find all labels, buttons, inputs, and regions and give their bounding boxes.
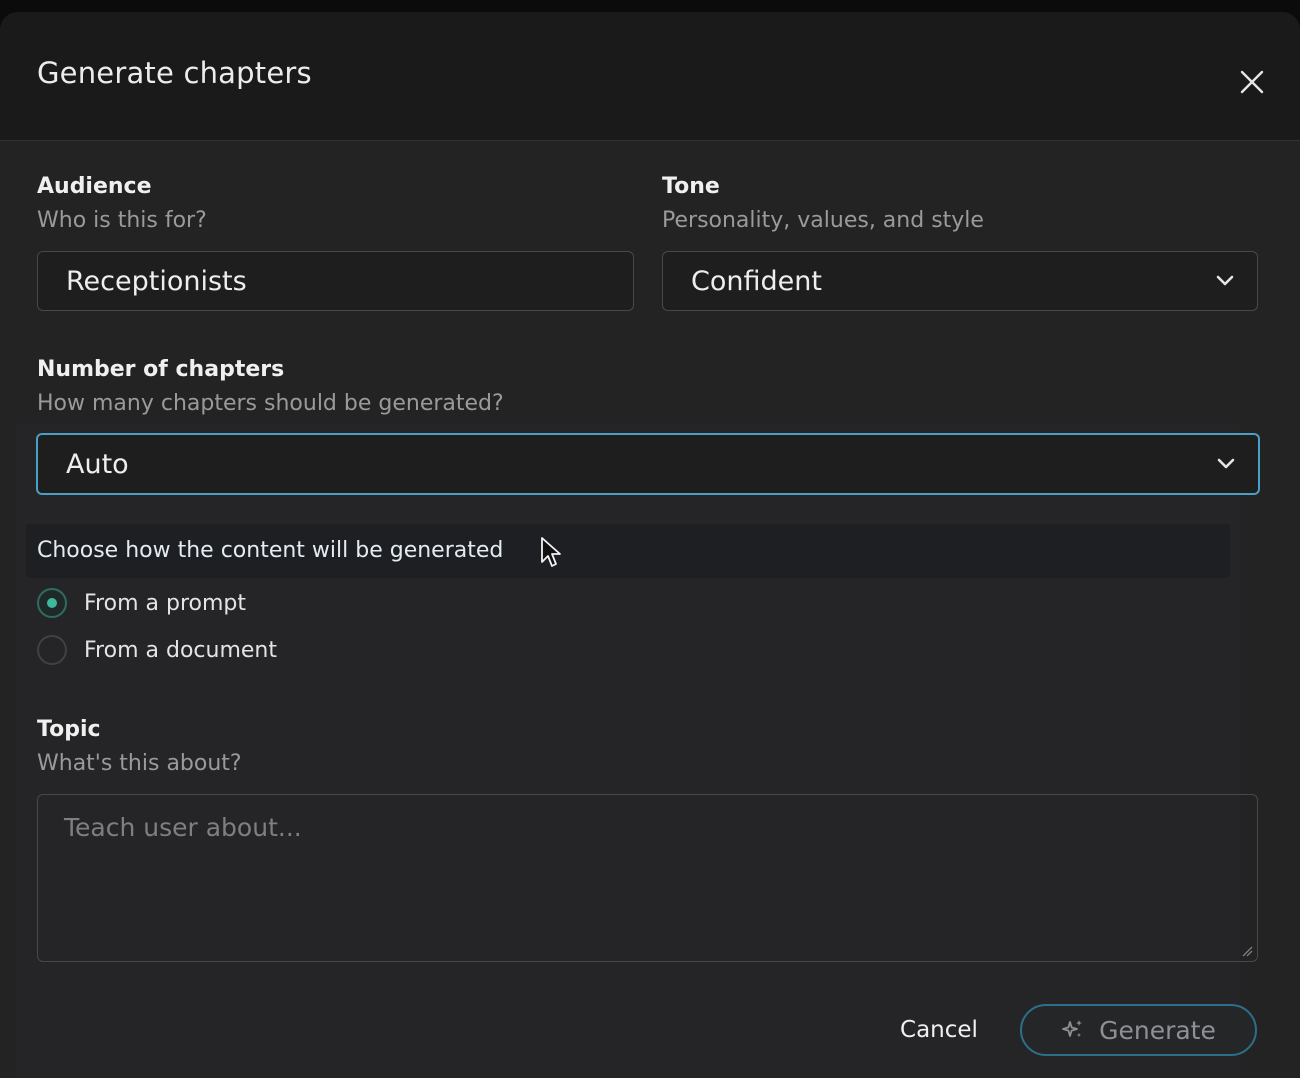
radio-button-unchecked[interactable] bbox=[37, 635, 67, 665]
cancel-button[interactable]: Cancel bbox=[880, 1004, 998, 1056]
generate-label: Generate bbox=[1099, 1015, 1216, 1045]
radio-label-prompt: From a prompt bbox=[84, 590, 246, 616]
chapters-select[interactable]: Auto bbox=[36, 433, 1260, 495]
close-icon bbox=[1240, 70, 1264, 94]
generate-button[interactable]: Generate bbox=[1020, 1004, 1257, 1056]
audience-label: Audience bbox=[37, 174, 152, 199]
topic-textarea[interactable]: Teach user about... bbox=[37, 794, 1258, 962]
audience-input[interactable]: Receptionists bbox=[37, 251, 634, 311]
close-button[interactable] bbox=[1236, 66, 1268, 98]
radio-button-checked[interactable] bbox=[37, 588, 67, 618]
audience-sublabel: Who is this for? bbox=[37, 208, 207, 233]
chapters-label: Number of chapters bbox=[37, 357, 285, 382]
radio-from-document[interactable]: From a document bbox=[37, 635, 277, 665]
chapters-value: Auto bbox=[66, 448, 129, 480]
sparkle-icon bbox=[1062, 1020, 1083, 1037]
audience-value: Receptionists bbox=[66, 265, 247, 297]
generate-chapters-dialog: Generate chapters Audience Who is this f… bbox=[0, 12, 1300, 1078]
chevron-down-icon bbox=[1216, 275, 1234, 286]
topic-sublabel: What's this about? bbox=[37, 751, 242, 776]
resize-handle-icon[interactable] bbox=[1241, 945, 1253, 957]
tone-label: Tone bbox=[662, 174, 720, 199]
mouse-cursor-icon bbox=[541, 537, 561, 567]
tone-sublabel: Personality, values, and style bbox=[662, 208, 984, 233]
chevron-down-icon bbox=[1217, 458, 1235, 469]
topic-label: Topic bbox=[37, 717, 101, 742]
radio-from-prompt[interactable]: From a prompt bbox=[37, 588, 246, 618]
dialog-title: Generate chapters bbox=[37, 56, 312, 90]
dialog-header: Generate chapters bbox=[0, 12, 1300, 141]
tone-value: Confident bbox=[691, 265, 822, 297]
tone-select[interactable]: Confident bbox=[662, 251, 1258, 311]
generation-method-title: Choose how the content will be generated bbox=[37, 538, 504, 563]
topic-placeholder: Teach user about... bbox=[64, 813, 302, 842]
radio-label-document: From a document bbox=[84, 637, 277, 663]
chapters-sublabel: How many chapters should be generated? bbox=[37, 391, 504, 416]
